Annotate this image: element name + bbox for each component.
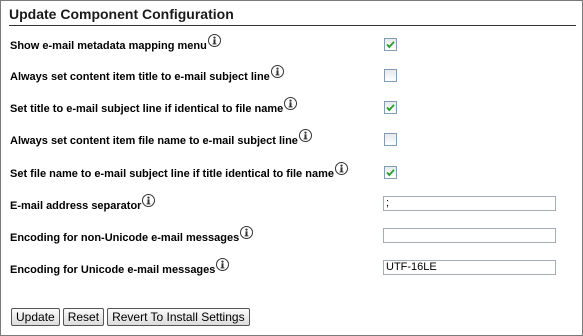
- setting-label: E-mail address separator: [10, 194, 156, 212]
- show-metadata-menu-checkbox[interactable]: [384, 38, 397, 51]
- setting-label-text: Always set content item file name to e-m…: [10, 135, 298, 147]
- info-icon[interactable]: [270, 65, 284, 78]
- setting-label: Show e-mail metadata mapping menu: [10, 34, 221, 52]
- page-title: Update Component Configuration: [9, 6, 234, 22]
- info-icon[interactable]: [142, 194, 156, 207]
- checkmark-icon: [386, 104, 395, 112]
- update-button[interactable]: Update: [11, 308, 60, 326]
- setting-label: Set file name to e-mail subject line if …: [10, 162, 348, 180]
- setting-label: Encoding for non-Unicode e-mail messages: [10, 226, 254, 244]
- setting-label-text: Set title to e-mail subject line if iden…: [10, 103, 284, 115]
- always-title-subject-checkbox[interactable]: [384, 69, 397, 82]
- info-icon[interactable]: [298, 129, 312, 142]
- checkmark-icon: [386, 41, 395, 49]
- button-bar: Update Reset Revert To Install Settings: [11, 308, 250, 326]
- info-icon[interactable]: [334, 162, 348, 175]
- configuration-panel: Update Component Configuration Show e-ma…: [0, 0, 583, 336]
- always-filename-subject-checkbox[interactable]: [384, 133, 397, 146]
- setting-label: Always set content item file name to e-m…: [10, 129, 312, 147]
- setting-label-text: Set file name to e-mail subject line if …: [10, 168, 334, 180]
- setting-label-text: Encoding for non-Unicode e-mail messages: [10, 232, 240, 244]
- unicode-encoding-input[interactable]: [383, 260, 556, 275]
- title-divider: [9, 25, 576, 26]
- filename-if-identical-checkbox[interactable]: [384, 166, 397, 179]
- checkmark-icon: [386, 169, 395, 177]
- non-unicode-encoding-input[interactable]: [383, 228, 556, 243]
- title-if-identical-checkbox[interactable]: [384, 101, 397, 114]
- setting-label: Set title to e-mail subject line if iden…: [10, 97, 298, 115]
- setting-row-filename-if-identical: Set file name to e-mail subject line if …: [1, 162, 582, 184]
- revert-to-install-settings-button[interactable]: Revert To Install Settings: [107, 308, 250, 326]
- setting-label: Always set content item title to e-mail …: [10, 65, 284, 83]
- setting-label-text: Always set content item title to e-mail …: [10, 71, 270, 83]
- setting-row-always-title-subject: Always set content item title to e-mail …: [1, 65, 582, 87]
- info-icon[interactable]: [207, 34, 221, 47]
- address-separator-input[interactable]: [383, 196, 556, 211]
- setting-row-show-metadata-menu: Show e-mail metadata mapping menu: [1, 34, 582, 56]
- setting-label-text: E-mail address separator: [10, 200, 142, 212]
- setting-label: Encoding for Unicode e-mail messages: [10, 258, 230, 276]
- setting-row-title-if-identical: Set title to e-mail subject line if iden…: [1, 97, 582, 119]
- reset-button[interactable]: Reset: [62, 308, 105, 326]
- setting-row-unicode-encoding: Encoding for Unicode e-mail messages: [1, 258, 582, 280]
- setting-row-non-unicode-encoding: Encoding for non-Unicode e-mail messages: [1, 226, 582, 248]
- setting-row-always-filename-subject: Always set content item file name to e-m…: [1, 129, 582, 151]
- info-icon[interactable]: [240, 226, 254, 239]
- info-icon[interactable]: [216, 258, 230, 271]
- setting-label-text: Encoding for Unicode e-mail messages: [10, 264, 216, 276]
- setting-label-text: Show e-mail metadata mapping menu: [10, 40, 207, 52]
- info-icon[interactable]: [284, 97, 298, 110]
- setting-row-address-separator: E-mail address separator: [1, 194, 582, 216]
